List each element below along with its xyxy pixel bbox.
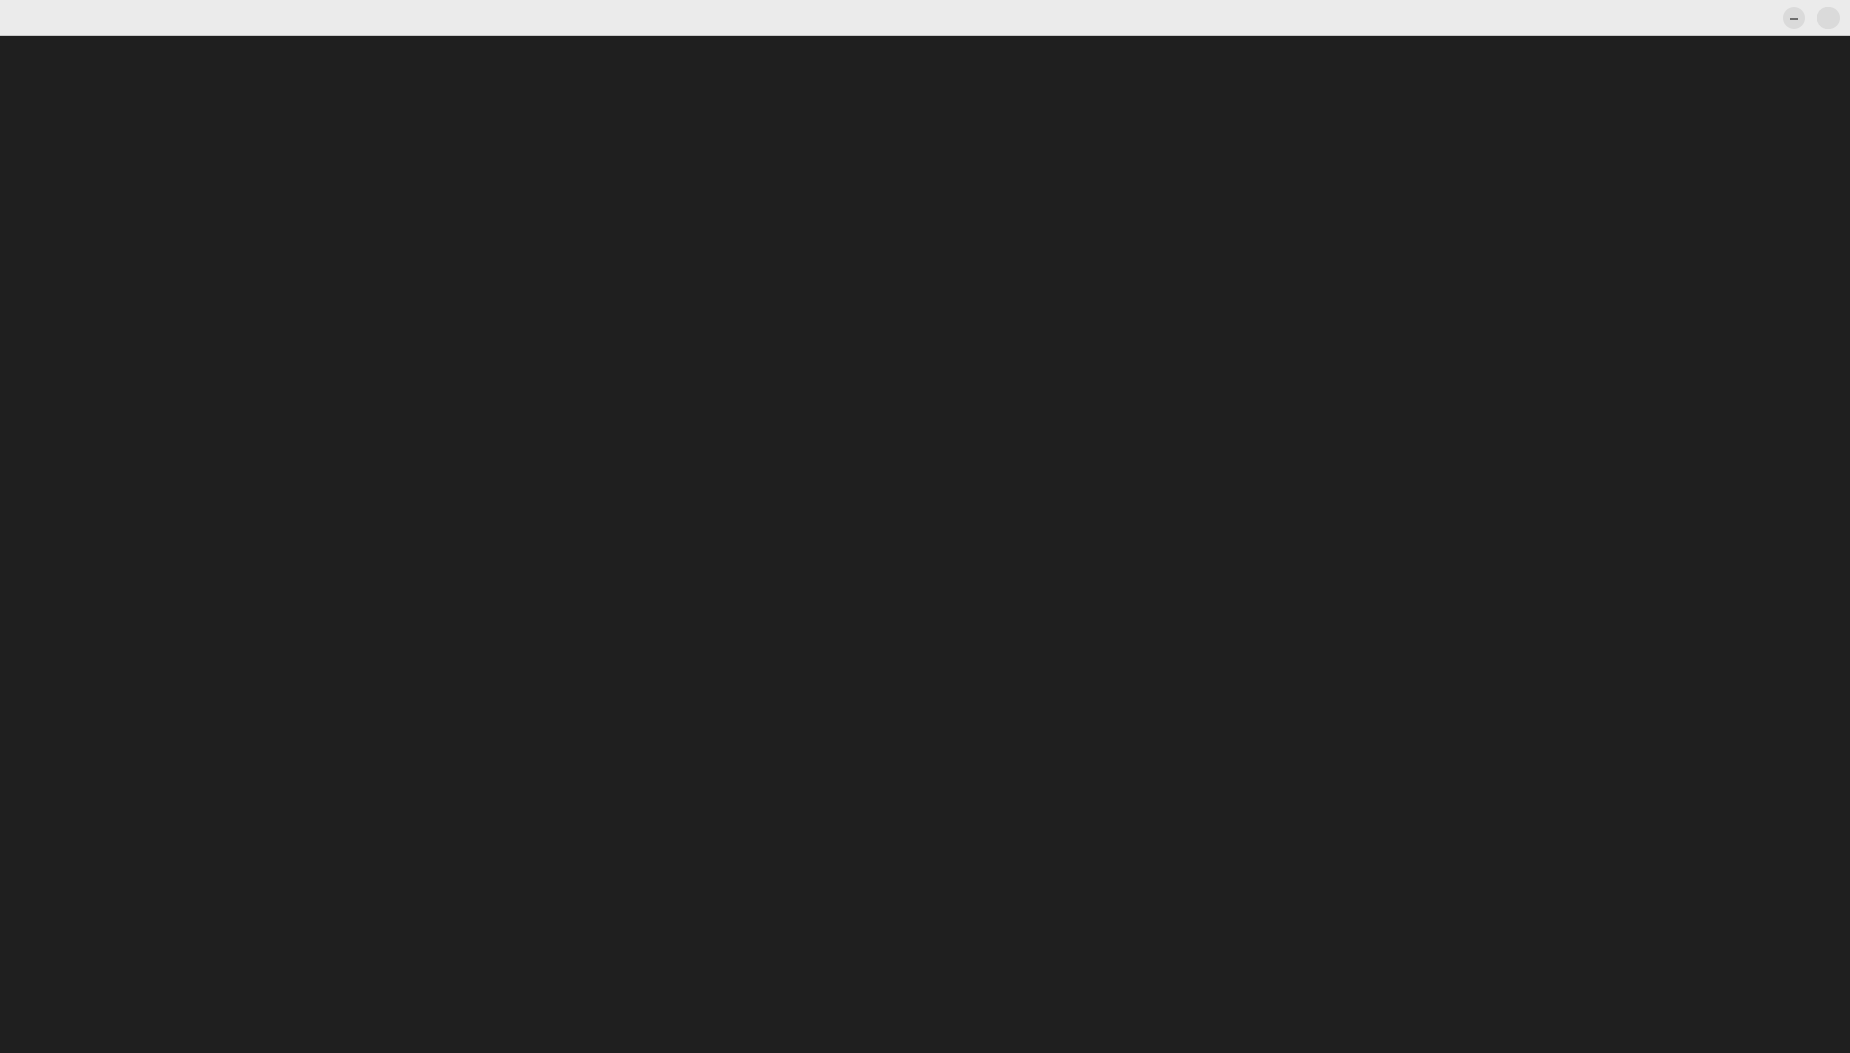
minimize-button[interactable] [1783,7,1805,29]
spare70 [1817,7,1839,29]
minimize-icon [1790,18,1798,20]
window-title [0,0,1850,36]
title-bar [0,0,1850,36]
